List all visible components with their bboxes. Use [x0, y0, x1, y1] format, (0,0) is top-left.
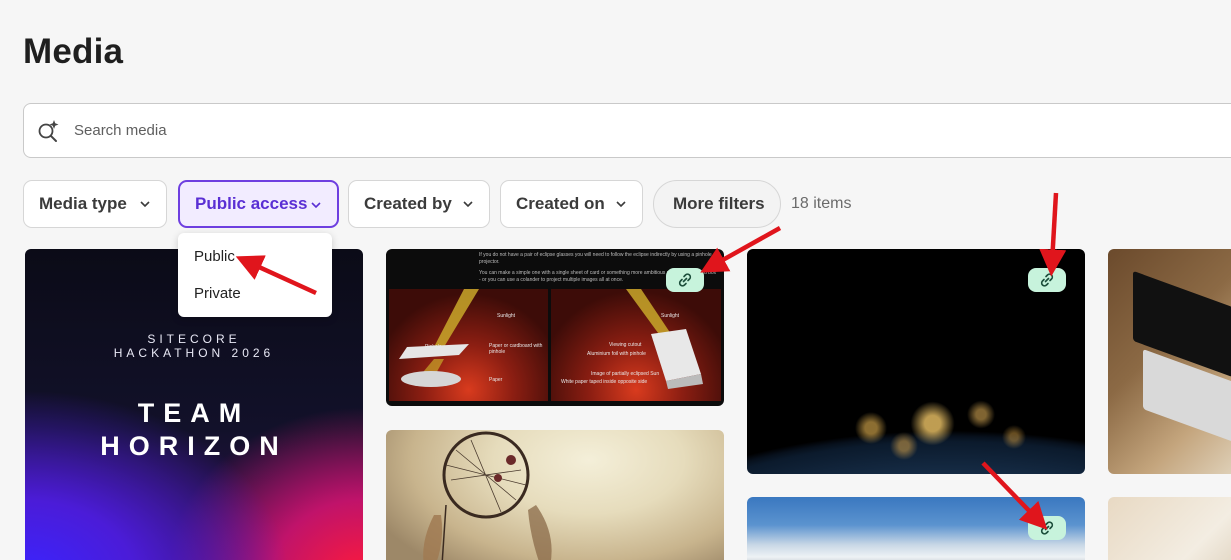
diagram-label: Paper or cardboard with pinhole: [489, 343, 543, 355]
diagram-label: White paper taped inside opposite side: [561, 379, 648, 385]
search-input[interactable]: [74, 104, 974, 157]
link-icon: [1040, 521, 1054, 535]
diagram-label: Paper: [489, 377, 503, 383]
chevron-down-icon: [311, 202, 321, 209]
chevron-down-icon: [616, 201, 626, 208]
card-text: TEAM: [137, 398, 251, 428]
filter-label: Created on: [516, 194, 605, 213]
public-link-badge[interactable]: [666, 268, 704, 292]
filter-public-access[interactable]: Public access: [178, 180, 339, 228]
chevron-down-icon: [140, 201, 150, 208]
diagram-label: Image of partially eclipsed Sun: [591, 371, 660, 377]
filter-created-on[interactable]: Created on: [500, 180, 643, 228]
diagram-label: Sunlight: [661, 313, 680, 319]
diagram-label: Pinhole: [425, 344, 442, 350]
media-card-laptop-desk[interactable]: [1108, 249, 1231, 474]
diagram-label: Sunlight: [497, 313, 516, 319]
filter-media-type[interactable]: Media type: [23, 180, 167, 228]
filter-label: Public access: [195, 194, 308, 213]
search-bar[interactable]: [23, 103, 1231, 158]
diagram-label: Viewing cutout: [609, 342, 642, 348]
card-text: HACKATHON 2026: [113, 346, 275, 360]
page-title: Media: [23, 32, 124, 71]
search-sparkle-icon: [38, 120, 59, 142]
filter-label: Created by: [364, 194, 452, 213]
link-icon: [1040, 273, 1054, 287]
eclipse-panel-left: Sunlight Pinhole Paper or cardboard with…: [389, 289, 548, 401]
dreamcatcher-image: [423, 431, 552, 560]
public-link-badge[interactable]: [1028, 268, 1066, 292]
dropdown-option-public[interactable]: Public: [194, 248, 235, 265]
filter-label: More filters: [673, 194, 765, 213]
more-filters-button[interactable]: More filters: [653, 180, 781, 228]
dropdown-option-private[interactable]: Private: [194, 285, 241, 302]
public-access-dropdown: Public Private: [178, 233, 332, 317]
chevron-down-icon: [463, 201, 473, 208]
city-lights: [827, 374, 1047, 464]
card-text: SITECORE: [147, 332, 241, 346]
public-link-badge[interactable]: [1028, 516, 1066, 540]
eclipse-panel-right: Sunlight Viewing cutout Aluminium foil w…: [551, 289, 721, 401]
media-card-dreamcatcher[interactable]: [386, 430, 724, 560]
diagram-label: Aluminium foil with pinhole: [587, 351, 646, 357]
card-text: HORIZON: [100, 431, 288, 461]
filter-created-by[interactable]: Created by: [348, 180, 490, 228]
filter-label: Media type: [39, 194, 127, 213]
items-count: 18 items: [791, 195, 852, 212]
media-card-keyboard-desk[interactable]: [1108, 497, 1231, 560]
link-icon: [678, 273, 692, 287]
